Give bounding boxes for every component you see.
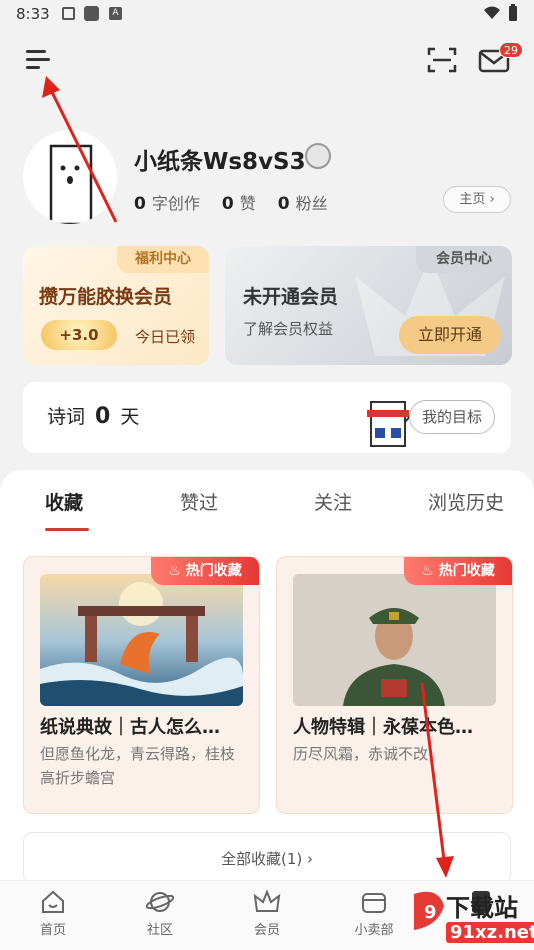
- collection-card[interactable]: ♨ 热门收藏 纸说典故｜古人怎么… 但愿鱼化龙，青云得路，桂枝高折步蟾宫: [23, 556, 260, 814]
- hot-collection-tag: ♨ 热门收藏: [404, 557, 512, 585]
- level-badge-icon[interactable]: [305, 143, 331, 169]
- coin-icon: +3.0: [41, 320, 117, 350]
- goal-progress: 诗词 0 天: [47, 404, 140, 429]
- home-icon: [42, 890, 64, 913]
- shop-icon: [362, 893, 386, 913]
- vip-title: 未开通会员: [243, 286, 339, 308]
- chevron-right-icon: ›: [489, 192, 495, 207]
- status-bar: 8:33 A: [0, 0, 534, 28]
- a-icon: A: [109, 7, 122, 20]
- collection-card[interactable]: ♨ 热门收藏 人物特辑｜永葆本色… 历尽风霜，赤诚不改: [276, 556, 513, 814]
- site-watermark: 9 下载站 91xz.net: [408, 886, 534, 950]
- collection-desc: 但愿鱼化龙，青云得路，桂枝高折步蟾宫: [40, 745, 236, 787]
- mail-badge: 29: [499, 42, 523, 58]
- collection-title: 人物特辑｜永葆本色…: [293, 717, 473, 738]
- crown-icon: [253, 889, 281, 912]
- tab-favorites[interactable]: 收藏: [45, 488, 83, 515]
- username: 小纸条Ws8vS3: [134, 149, 306, 175]
- active-tab-indicator: [45, 528, 89, 531]
- profile-stats: 0 字创作 0赞 0 粉丝: [134, 190, 328, 214]
- collection-image-carp: [40, 574, 243, 706]
- welfare-tag: 福利中心: [117, 246, 209, 273]
- open-vip-button[interactable]: 立即开通: [399, 316, 501, 354]
- vip-subtitle: 了解会员权益: [243, 320, 334, 338]
- flame-icon: ♨: [168, 563, 181, 579]
- all-collections-button[interactable]: 全部收藏(1) ›: [23, 832, 511, 884]
- welfare-center-card[interactable]: 福利中心 攒万能胶换会员 +3.0 今日已领: [23, 246, 209, 365]
- notification-icon: [62, 7, 75, 20]
- planet-icon: [146, 892, 174, 912]
- battery-icon: [509, 4, 517, 21]
- flame-icon: ♨: [421, 563, 434, 579]
- scan-icon[interactable]: [427, 46, 457, 74]
- welfare-title: 攒万能胶换会员: [39, 286, 173, 308]
- stat-fans[interactable]: 0 粉丝: [278, 190, 328, 214]
- avatar[interactable]: [23, 130, 117, 224]
- nav-shop[interactable]: 小卖部: [339, 889, 409, 938]
- collection-title: 纸说典故｜古人怎么…: [40, 717, 220, 738]
- wifi-icon: [484, 6, 500, 19]
- stat-creations[interactable]: 0 字创作: [134, 190, 200, 214]
- goal-card[interactable]: 诗词 0 天 我的目标: [23, 382, 511, 453]
- welfare-status: 今日已领: [135, 328, 196, 346]
- nav-vip[interactable]: 会员: [232, 889, 302, 938]
- app-icon: [84, 6, 99, 21]
- my-goal-button[interactable]: 我的目标: [409, 400, 495, 434]
- home-button[interactable]: 主页 ›: [443, 186, 511, 213]
- tab-following[interactable]: 关注: [314, 488, 352, 515]
- status-time: 8:33: [16, 5, 50, 23]
- vip-center-card[interactable]: 会员中心 未开通会员 了解会员权益 立即开通: [225, 246, 512, 365]
- collections-sheet: 收藏 赞过 关注 浏览历史 ♨ 热门收藏 纸说典故｜古人怎么… 但愿鱼化龙，青云…: [0, 470, 534, 884]
- arrow-head-icon: [42, 76, 60, 98]
- tab-liked[interactable]: 赞过: [180, 488, 218, 515]
- tab-history[interactable]: 浏览历史: [428, 488, 504, 515]
- svg-text:9: 9: [424, 902, 437, 923]
- nav-community[interactable]: 社区: [125, 889, 195, 938]
- collection-image-portrait: [293, 574, 496, 706]
- vip-tag: 会员中心: [416, 246, 512, 273]
- nav-home[interactable]: 首页: [18, 889, 88, 938]
- stat-likes[interactable]: 0赞: [222, 190, 256, 214]
- hot-collection-tag: ♨ 热门收藏: [151, 557, 259, 585]
- collection-desc: 历尽风霜，赤诚不改: [293, 745, 429, 763]
- menu-icon[interactable]: [26, 48, 52, 70]
